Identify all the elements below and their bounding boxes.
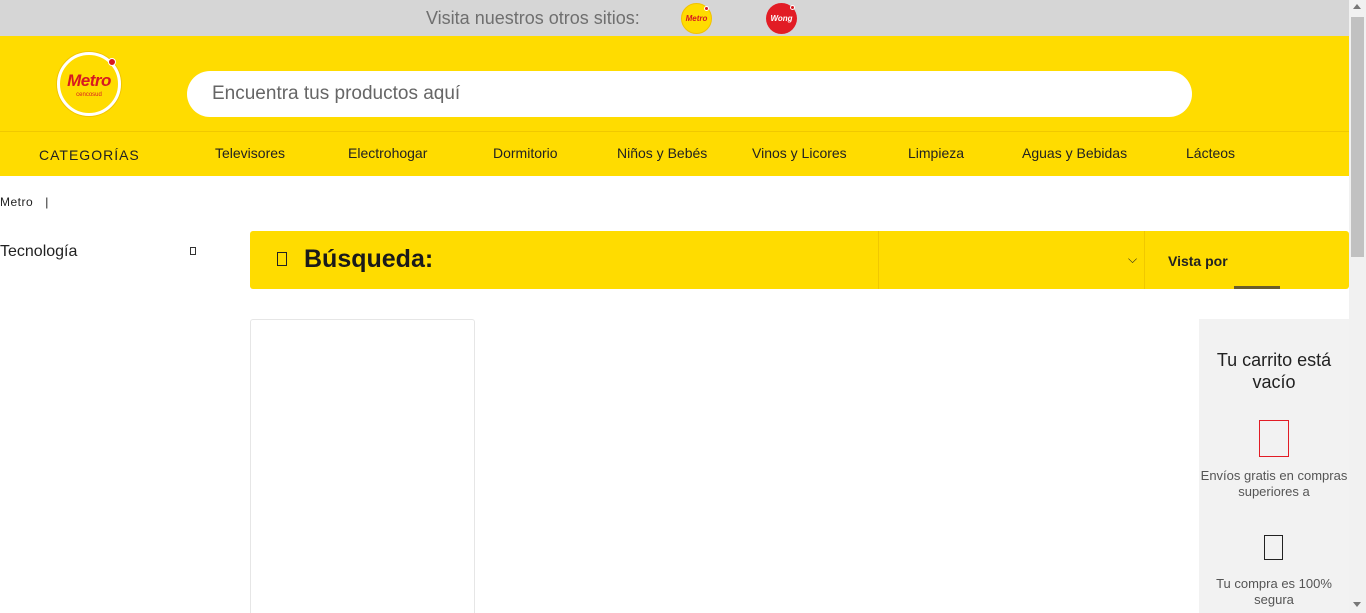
nav-item-lacteos[interactable]: Lácteos — [1186, 145, 1235, 161]
logo-subtext: cencosud — [76, 91, 102, 98]
view-by-active-indicator — [1234, 286, 1280, 289]
metro-site-logo-dot — [704, 6, 709, 11]
collapse-icon[interactable] — [190, 247, 196, 255]
breadcrumb-separator: | — [45, 195, 49, 209]
metro-site-logo-text: Metro — [685, 14, 708, 23]
categories-menu[interactable]: CATEGORÍAS — [39, 147, 140, 163]
sidebar-category-title[interactable]: Tecnología — [0, 243, 77, 261]
logo-dot — [108, 58, 116, 66]
breadcrumb: Metro | — [0, 195, 49, 209]
wong-site-logo-text: Wong — [770, 14, 793, 23]
metro-site-link[interactable]: Metro — [681, 3, 712, 34]
logo-wordmark: Metro — [67, 70, 111, 90]
toolbar-divider — [878, 231, 879, 289]
other-sites-label: Visita nuestros otros sitios: — [426, 8, 640, 28]
nav-item-electrohogar[interactable]: Electrohogar — [348, 145, 427, 161]
lock-icon — [1264, 535, 1283, 560]
nav-item-dormitorio[interactable]: Dormitorio — [493, 145, 558, 161]
view-by-label[interactable]: Vista por — [1168, 253, 1228, 269]
cart-empty-title: Tu carrito está vacío — [1216, 350, 1332, 392]
page-scrollbar[interactable] — [1349, 0, 1366, 613]
search-results-title: Búsqueda: — [304, 245, 434, 273]
toolbar-divider — [1144, 231, 1145, 289]
breadcrumb-home[interactable]: Metro — [0, 195, 33, 209]
nav-divider — [0, 131, 1349, 132]
filter-icon[interactable] — [277, 252, 287, 266]
metro-logo[interactable]: Metro cencosud — [57, 52, 121, 116]
free-shipping-text: Envíos gratis en compras superiores a — [1200, 468, 1348, 499]
scrollbar-thumb[interactable] — [1351, 17, 1364, 257]
product-card[interactable] — [250, 319, 475, 613]
search-input[interactable] — [187, 71, 1192, 117]
nav-item-limpieza[interactable]: Limpieza — [908, 145, 964, 161]
mini-cart: Tu carrito está vacío Envíos gratis en c… — [1199, 319, 1349, 613]
site-header: Metro cencosud CATEGORÍAS Televisores El… — [0, 36, 1349, 176]
nav-item-aguas-y-bebidas[interactable]: Aguas y Bebidas — [1022, 145, 1127, 161]
nav-item-televisores[interactable]: Televisores — [215, 145, 285, 161]
wong-site-link[interactable]: Wong — [766, 3, 797, 34]
scroll-up-icon[interactable] — [1353, 4, 1361, 9]
secure-purchase-text: Tu compra es 100% segura — [1216, 576, 1332, 607]
wong-site-logo-dot — [790, 5, 795, 10]
truck-icon — [1259, 420, 1289, 457]
scroll-down-icon[interactable] — [1353, 602, 1361, 607]
other-sites-bar: Visita nuestros otros sitios: Metro Wong — [0, 0, 1349, 36]
chevron-down-icon[interactable]: ⌵ — [1128, 252, 1137, 267]
nav-item-vinos-y-licores[interactable]: Vinos y Licores — [752, 145, 847, 161]
nav-item-ninos-y-bebes[interactable]: Niños y Bebés — [617, 145, 707, 161]
